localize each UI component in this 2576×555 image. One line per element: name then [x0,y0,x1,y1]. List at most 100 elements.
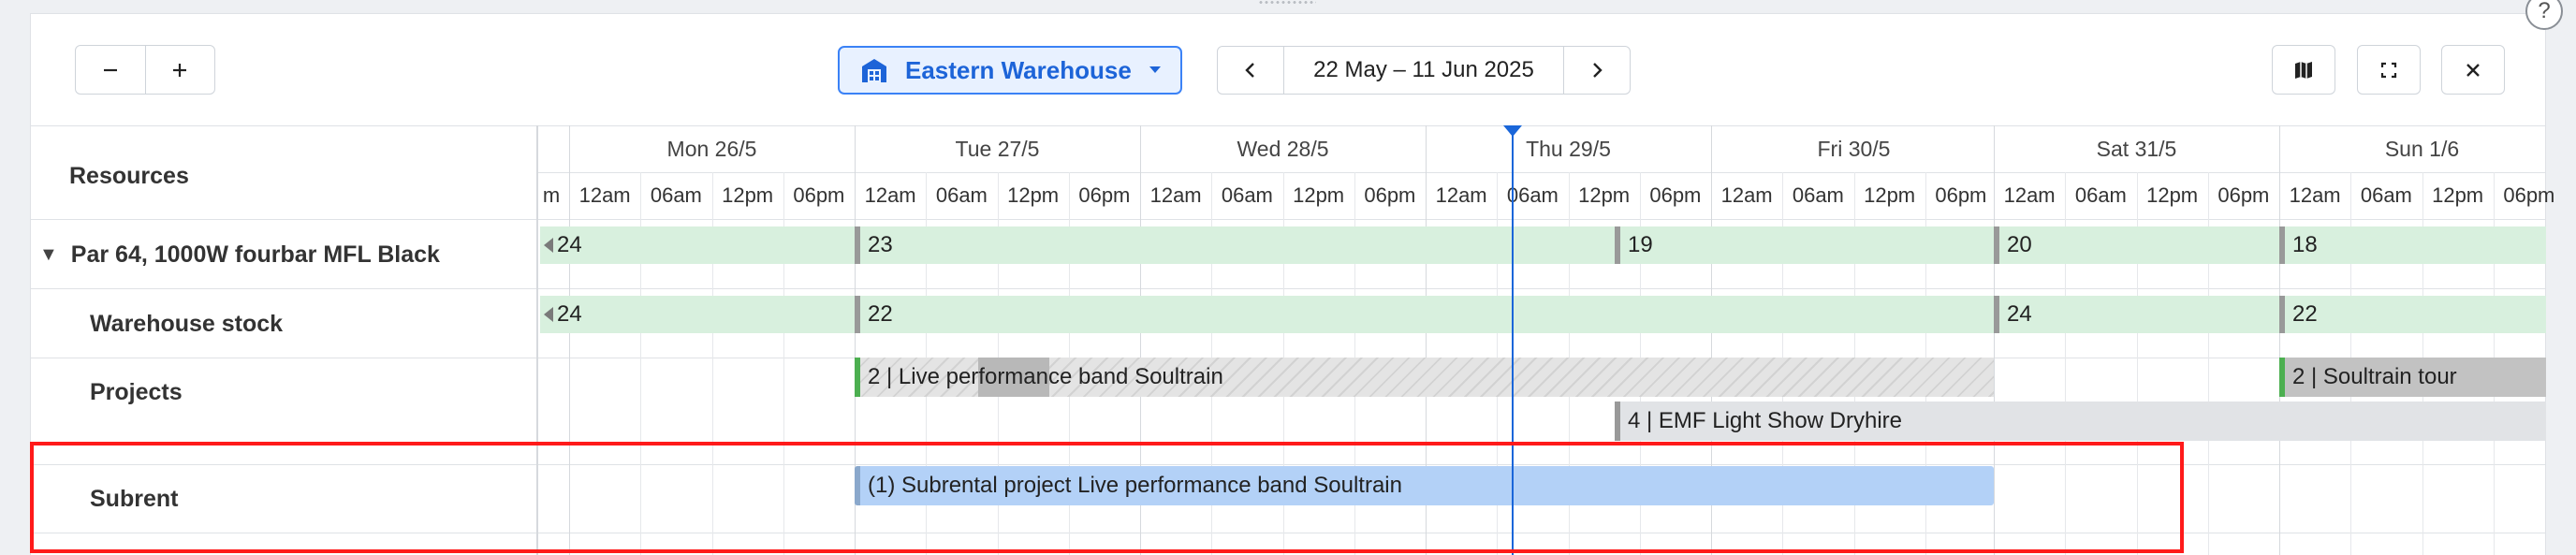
hour-label: 12pm [722,183,774,207]
hour-label: 12am [578,183,631,207]
close-icon [2466,63,2480,77]
availability-value: 18 [2292,232,2318,257]
period-marker [1994,296,1999,333]
project-bar[interactable]: 2 | Soultrain tour [2279,358,2546,397]
hour-label: 12pm [2432,183,2484,207]
day-label: Fri 30/5 [1817,137,1891,161]
project-label: 2 | Live performance band Soultrain [868,364,1223,389]
hour-label: 06pm [2217,183,2270,207]
period-marker [2279,296,2285,333]
project-label: 4 | EMF Light Show Dryhire [1628,408,1903,433]
stock-value: 24 [2007,301,2032,327]
zoom-controls [75,45,215,95]
hour-label: 12am [1149,183,1202,207]
stock-value: 22 [868,301,893,327]
chevron-left-icon [1245,63,1254,78]
hour-label: 06am [2074,183,2127,207]
resource-row-projects: Projects [90,379,183,406]
project-bar[interactable]: 4 | EMF Light Show Dryhire [1615,402,2546,441]
hour-label: 06am [935,183,988,207]
resource-row-product[interactable]: ▼ Par 64, 1000W fourbar MFL Black [39,241,440,269]
hour-label: 06am [1792,183,1844,207]
availability-bar[interactable]: 19 [1615,226,1994,264]
project-bar[interactable]: 2 | Live performance band Soultrain [855,358,1994,397]
hour-label: 12am [1435,183,1487,207]
period-marker [1994,226,1999,264]
resource-row-warehouse-stock: Warehouse stock [90,311,283,338]
hour-label: 12pm [1578,183,1631,207]
product-name: Par 64, 1000W fourbar MFL Black [70,241,440,268]
availability-bar[interactable]: 18 [2279,226,2546,264]
stock-bar[interactable]: 24 [1994,296,2279,333]
hour-label: 12pm [1293,183,1345,207]
hour-label: 06am [650,183,702,207]
hour-label: 12pm [2146,183,2199,207]
hour-label-partial: m [542,183,561,207]
warehouse-label: Eastern Warehouse [905,55,1132,84]
stock-value: 24 [557,301,582,327]
hour-label: 12pm [1007,183,1060,207]
period-marker [1615,226,1620,264]
warehouse-stock-label: Warehouse stock [90,311,284,337]
hour-label: 12am [2003,183,2056,207]
period-marker [2279,226,2285,264]
warehouse-selector[interactable]: Eastern Warehouse [838,46,1182,95]
hour-label: 12am [864,183,916,207]
hour-label: 12pm [1864,183,1916,207]
stock-bar[interactable]: 22 [2279,296,2546,333]
drag-handle[interactable] [1258,0,1316,5]
collapse-triangle-icon[interactable]: ▼ [39,244,58,266]
day-label: Sat 31/5 [2096,137,2177,161]
projects-label: Projects [90,379,183,405]
availability-bar[interactable]: 23 [855,226,1615,264]
hour-label: 12am [1720,183,1773,207]
day-label: Wed 28/5 [1237,137,1329,161]
project-status-marker [1615,402,1620,441]
hour-label: 06pm [2503,183,2555,207]
stock-bar[interactable]: 24 [540,296,855,333]
stock-bar[interactable]: 22 [855,296,1994,333]
next-period-button[interactable] [1564,47,1630,94]
hour-label: 06am [1221,183,1273,207]
hour-label: 06am [1506,183,1559,207]
resources-header: Resources [69,163,189,189]
date-range-label[interactable]: 22 May – 11 Jun 2025 [1283,47,1564,94]
date-navigator: 22 May – 11 Jun 2025 [1217,46,1631,95]
availability-bar[interactable]: 20 [1994,226,2279,264]
hour-label: 06pm [1078,183,1131,207]
availability-bar[interactable]: 24 [540,226,855,264]
availability-value: 19 [1628,232,1653,257]
hour-label: 06pm [793,183,845,207]
previous-period-button[interactable] [1218,47,1283,94]
chevron-right-icon [1593,63,1603,78]
hour-label: 06pm [1649,183,1702,207]
day-label: Tue 27/5 [955,137,1040,161]
fullscreen-button[interactable] [2357,45,2421,95]
grid-line [538,172,2546,173]
arrow-left-icon [544,307,553,322]
zoom-in-button[interactable] [144,46,215,94]
hour-label: 06pm [1935,183,1987,207]
hour-label: 12am [2289,183,2341,207]
warehouse-icon [862,59,886,82]
project-status-marker [855,358,860,397]
hour-label: 06pm [1364,183,1416,207]
fullscreen-icon [2380,62,2397,78]
stock-value: 22 [2292,301,2318,327]
period-marker [855,226,860,264]
availability-value: 23 [868,232,893,257]
minus-icon [103,68,117,71]
hour-label: 06am [2360,183,2412,207]
day-label: Mon 26/5 [666,137,757,161]
close-button[interactable] [2441,45,2505,95]
highlight-box [30,442,2184,553]
day-label: Thu 29/5 [1526,137,1611,161]
chevron-down-icon [1149,66,1161,73]
project-status-marker [2279,358,2285,397]
availability-value: 20 [2007,232,2032,257]
plus-icon [173,63,187,77]
zoom-out-button[interactable] [76,46,145,94]
day-label: Sun 1/6 [2384,137,2460,161]
project-label: 2 | Soultrain tour [2292,364,2457,389]
map-button[interactable] [2272,45,2335,95]
